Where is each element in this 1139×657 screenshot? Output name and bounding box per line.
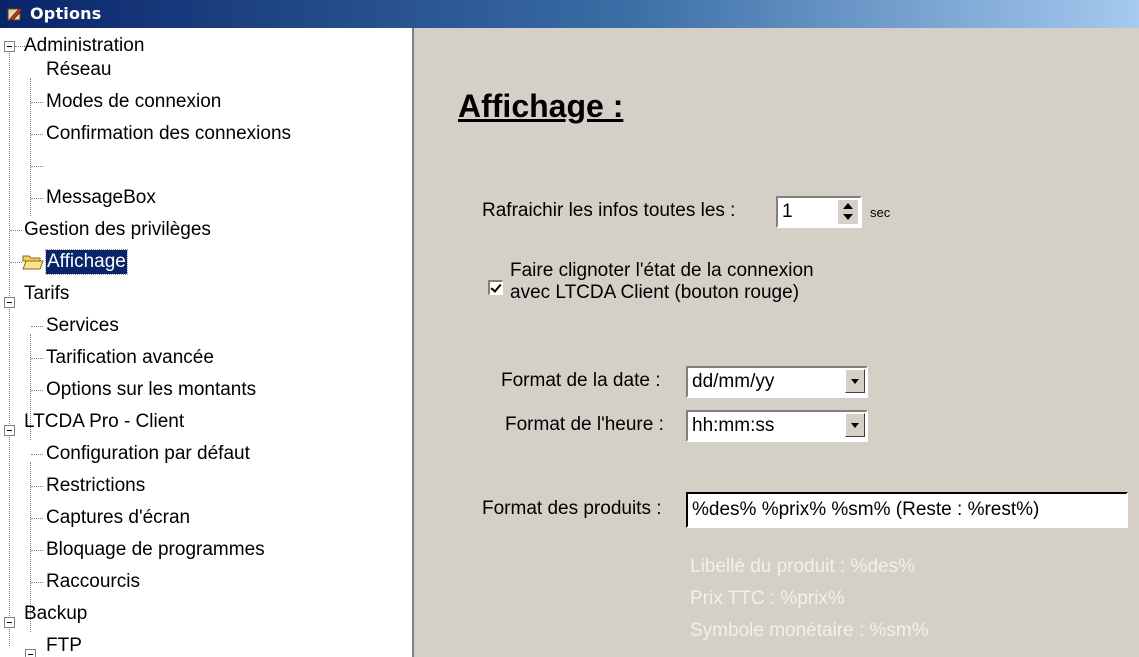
spin-down-icon[interactable]	[843, 214, 853, 220]
collapse-administration[interactable]	[4, 41, 15, 52]
date-format-select[interactable]: dd/mm/yy	[686, 366, 868, 398]
hint-currency: Symbole monétaire : %sm%	[690, 620, 929, 641]
tree-item-raccourcis[interactable]: Raccourcis	[46, 566, 140, 598]
tree-line	[9, 46, 10, 646]
tree-item-confirmation[interactable]: Confirmation des connexions	[46, 118, 291, 150]
spinner-arrows[interactable]	[838, 200, 858, 224]
page-title: Affichage :	[458, 88, 624, 124]
date-format-label: Format de la date :	[501, 370, 661, 391]
hint-description: Libellé du produit : %des%	[690, 556, 915, 577]
products-format-input[interactable]: %des% %prix% %sm% (Reste : %rest%)	[686, 492, 1128, 528]
collapse-backup[interactable]	[4, 617, 15, 628]
tree-item-captures[interactable]: Captures d'écran	[46, 502, 190, 534]
date-format-value: dd/mm/yy	[692, 371, 775, 392]
tree-item-backup[interactable]: Backup	[24, 598, 87, 630]
blink-connection-checkbox[interactable]	[488, 280, 503, 295]
tree-item-tarification[interactable]: Tarification avancée	[46, 342, 214, 374]
time-format-value: hh:mm:ss	[692, 415, 775, 436]
tree-item-privileges[interactable]: Gestion des privilèges	[24, 214, 211, 246]
products-format-label: Format des produits :	[482, 498, 662, 519]
tree-item-ltcda-client[interactable]: LTCDA Pro - Client	[24, 406, 184, 438]
folder-open-icon	[22, 255, 44, 270]
tree-line	[30, 78, 31, 216]
tree-item-services[interactable]: Services	[46, 310, 119, 342]
spin-up-icon[interactable]	[843, 203, 853, 209]
tree-item-options-montants[interactable]: Options sur les montants	[46, 374, 256, 406]
title-bar: Options	[0, 0, 1139, 28]
tree-item-messagebox[interactable]: MessageBox	[46, 182, 156, 214]
hint-price: Prix TTC : %prix%	[690, 588, 845, 609]
time-format-label: Format de l'heure :	[505, 414, 664, 435]
tree-item-ftp[interactable]: FTP	[46, 630, 82, 657]
tree-item-config-defaut[interactable]: Configuration par défaut	[46, 438, 250, 470]
collapse-ltcda-client[interactable]	[4, 425, 15, 436]
tree-item-bloquage[interactable]: Bloquage de programmes	[46, 534, 265, 566]
chevron-down-icon[interactable]	[845, 369, 865, 393]
refresh-label: Rafraichir les infos toutes les :	[482, 200, 736, 221]
chevron-down-icon[interactable]	[845, 413, 865, 437]
window-title: Options	[30, 4, 102, 23]
refresh-interval-value: 1	[782, 201, 793, 222]
time-format-select[interactable]: hh:mm:ss	[686, 410, 868, 442]
settings-panel: Affichage : Rafraichir les infos toutes …	[414, 28, 1139, 657]
tree-item-affichage-label[interactable]: Affichage	[45, 249, 128, 275]
refresh-unit: sec	[870, 205, 891, 220]
tree-item-modes-connexion[interactable]: Modes de connexion	[46, 86, 221, 118]
refresh-interval-spinner[interactable]: 1	[776, 196, 862, 228]
blink-label-line2: avec LTCDA Client (bouton rouge)	[510, 282, 800, 303]
tree-item-reseau[interactable]: Réseau	[46, 54, 112, 86]
tree-item-tarifs[interactable]: Tarifs	[24, 278, 69, 310]
options-tree[interactable]: Administration Réseau Modes de connexion…	[0, 28, 414, 657]
blink-label-line1: Faire clignoter l'état de la connexion	[510, 260, 814, 281]
collapse-ftp[interactable]	[25, 649, 36, 657]
blink-connection-label: Faire clignoter l'état de la connexion a…	[510, 260, 814, 304]
options-app-icon	[7, 7, 23, 22]
collapse-tarifs[interactable]	[4, 297, 15, 308]
tree-item-restrictions[interactable]: Restrictions	[46, 470, 145, 502]
